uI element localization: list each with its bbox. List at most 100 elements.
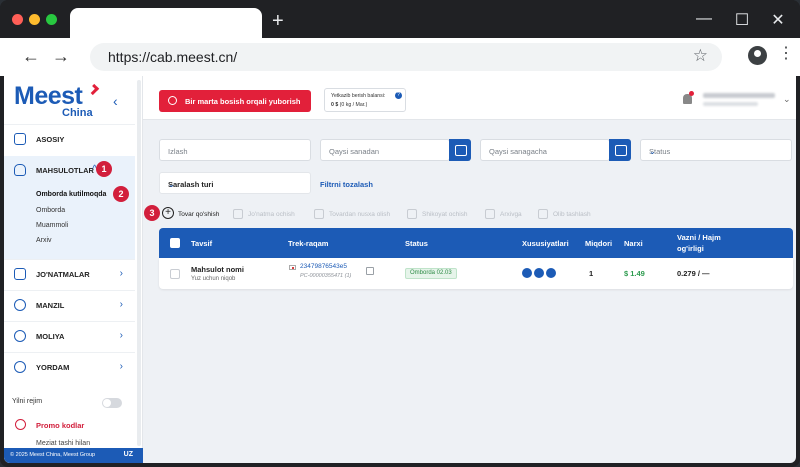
top-header: Bir marta bosish orqali yuborish Yetkazi… [143, 76, 796, 120]
tracking-number[interactable]: 23479876543e5 [300, 263, 347, 270]
clear-filters-link[interactable]: Filtrni tozalash [320, 180, 373, 189]
one-click-send-button[interactable]: Bir marta bosish orqali yuborish [159, 90, 311, 112]
date-to-field[interactable]: Qaysi sanagacha [480, 139, 610, 161]
forward-arrow-icon[interactable]: → [52, 46, 70, 67]
close-window-dot[interactable] [12, 14, 23, 25]
promo-codes-link[interactable]: Promo kodlar [36, 421, 84, 430]
product-desc: Yuz uchun niqob [191, 276, 236, 282]
bag-icon [14, 164, 26, 176]
chevron-down-icon: ⌄ [168, 180, 175, 189]
send-button-label: Bir marta bosish orqali yuborish [185, 97, 301, 106]
sort-select[interactable]: Saralash turi ⌄ [159, 172, 311, 194]
send-icon [168, 96, 177, 105]
select-all-checkbox[interactable] [170, 238, 180, 248]
archive-button[interactable]: Arxivga [500, 211, 522, 218]
search-input[interactable]: Izlash [159, 139, 311, 161]
sidebar: Meest China ‹ ASOSIY MAHSULOTLAR ^ 1 Omb… [4, 76, 143, 463]
new-tab-button[interactable]: + [272, 11, 284, 31]
product-name: Mahsulot nomi [191, 265, 244, 274]
sidebar-item-help[interactable]: YORDAM › [4, 352, 135, 383]
status-select[interactable]: Status ⌄ [640, 139, 792, 161]
col-status[interactable]: Status [405, 239, 428, 248]
maximize-icon[interactable]: ☐ [732, 10, 752, 30]
sidebar-item-label: MAHSULOTLAR [36, 166, 94, 175]
back-arrow-icon[interactable]: ← [22, 46, 40, 67]
col-description[interactable]: Tavsif [191, 239, 212, 248]
dark-mode-label: Yilni rejim [12, 398, 43, 405]
location-pin-icon [14, 299, 26, 311]
copy-product-button[interactable]: Tovardan nusxa olish [329, 211, 390, 218]
col-price[interactable]: Narxi [624, 239, 643, 248]
search-placeholder: Izlash [168, 147, 188, 156]
add-product-button[interactable]: Tovar qo'shish [178, 211, 219, 218]
help-icon[interactable]: ? [395, 92, 402, 99]
step-badge-2: 2 [113, 186, 129, 202]
sidebar-item-shipments[interactable]: JO'NATMALAR › [4, 259, 135, 290]
chevron-right-icon: › [119, 299, 123, 310]
photo-feature-icon[interactable] [522, 268, 532, 278]
sidebar-item-products[interactable]: MAHSULOTLAR ^ [4, 156, 135, 187]
zoom-window-dot[interactable] [46, 14, 57, 25]
sidebar-item-label: MANZIL [36, 301, 65, 310]
title-bar: + — ☐ ✕ [0, 0, 800, 38]
profile-icon[interactable] [748, 46, 767, 65]
collapse-sidebar-icon[interactable]: ‹ [113, 93, 118, 109]
subitem-awaiting[interactable]: Omborda kutilmoqda [36, 191, 106, 198]
language-switch[interactable]: UZ [124, 451, 133, 458]
sidebar-item-finance[interactable]: MOLIYA › [4, 321, 135, 352]
copyright-text: © 2025 Meest China, Meest Group [10, 452, 96, 458]
chevron-right-icon: › [119, 330, 123, 341]
browser-tab[interactable] [70, 8, 262, 38]
sidebar-item-address[interactable]: MANZIL › [4, 290, 135, 321]
minimize-icon[interactable]: — [694, 10, 714, 28]
subitem-archive[interactable]: Arxiv [36, 237, 52, 244]
date-from-field[interactable]: Qaysi sanadan [320, 139, 450, 161]
tracking-subcode: PC-00000355471 (1) [300, 273, 352, 279]
sidebar-scrollbar[interactable] [137, 80, 141, 446]
balance-label: Yetkazib berish balansi: [331, 93, 386, 99]
table-row[interactable]: Mahsulot nomi Yuz uchun niqob 2347987654… [159, 258, 793, 289]
browser-window: + — ☐ ✕ ← → https://cab.meest.cn/ ☆ ⋮ Me… [0, 0, 800, 467]
date-to-placeholder: Qaysi sanagacha [489, 147, 547, 156]
sidebar-footer: © 2025 Meest China, Meest Group UZ [4, 448, 143, 463]
user-name-blurred[interactable] [703, 93, 775, 98]
sidebar-item-cut[interactable]: Meziat tashi hilan [36, 440, 90, 447]
delivery-balance: Yetkazib berish balansi: 0 $ (0 kg / Mar… [324, 88, 406, 112]
package-feature-icon[interactable] [534, 268, 544, 278]
notification-dot [689, 91, 694, 96]
col-weight[interactable]: Vazni / Hajm [677, 233, 721, 242]
user-id-blurred [703, 102, 758, 106]
calendar-icon[interactable] [609, 139, 631, 161]
add-icon[interactable]: + [162, 207, 174, 219]
chevron-right-icon: › [119, 361, 123, 372]
subitem-problematic[interactable]: Muammoli [36, 222, 68, 229]
subitem-in-warehouse[interactable]: Omborda [36, 207, 65, 214]
archive-icon [485, 209, 495, 219]
row-checkbox[interactable] [170, 269, 180, 279]
minimize-window-dot[interactable] [29, 14, 40, 25]
price: $ 1.49 [624, 269, 645, 278]
box-icon [14, 268, 26, 280]
china-flag-icon [289, 265, 296, 270]
copy-icon[interactable] [366, 267, 374, 275]
home-icon [14, 133, 26, 145]
bookmark-star-icon[interactable]: ☆ [693, 46, 708, 66]
address-bar[interactable]: https://cab.meest.cn/ ☆ [90, 43, 722, 71]
sidebar-item-home[interactable]: ASOSIY [4, 124, 135, 155]
page: Meest China ‹ ASOSIY MAHSULOTLAR ^ 1 Omb… [4, 76, 796, 463]
weight: 0.279 / — [677, 269, 710, 278]
browser-menu-icon[interactable]: ⋮ [778, 46, 794, 62]
open-complaint-button[interactable]: Shikoyat ochish [422, 211, 468, 218]
calendar-icon[interactable] [449, 139, 471, 161]
col-tracking[interactable]: Trek-raqam [288, 239, 328, 248]
col-quantity[interactable]: Miqdori [585, 239, 612, 248]
close-icon[interactable]: ✕ [768, 10, 788, 30]
chevron-down-icon[interactable]: ⌄ [783, 94, 791, 105]
dark-mode-toggle[interactable] [102, 398, 122, 408]
open-shipment-button[interactable]: Jo'natma ochish [248, 211, 295, 218]
date-from-placeholder: Qaysi sanadan [329, 147, 380, 156]
delete-button[interactable]: Olib tashlash [553, 211, 591, 218]
col-weight-line2: og'irligi [677, 244, 704, 253]
coin-icon [14, 330, 26, 342]
search-feature-icon[interactable] [546, 268, 556, 278]
